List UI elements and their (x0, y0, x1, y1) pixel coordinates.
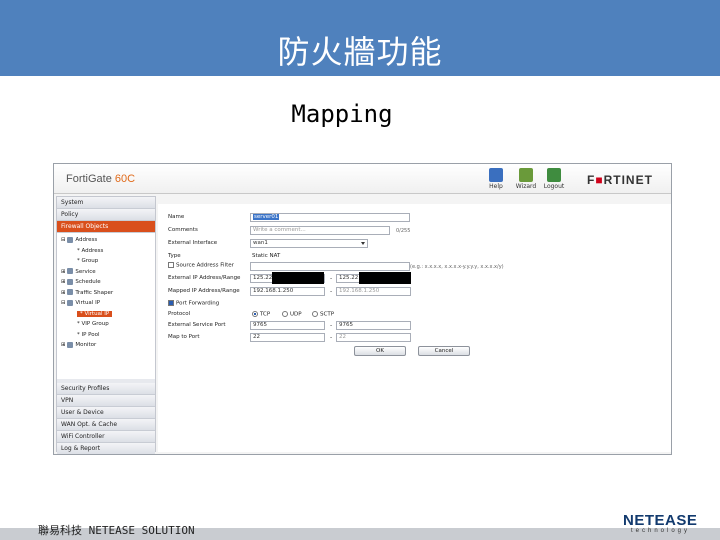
slide-header: 防火牆功能 (0, 0, 720, 76)
nav-policy[interactable]: Policy (57, 209, 155, 221)
address-icon (67, 236, 74, 243)
fortinet-logo: F■RTINET (587, 173, 653, 187)
src-filter-checkbox (168, 262, 174, 268)
ext-iface-label: External Interface (168, 240, 218, 246)
sidebar: System Policy Firewall Objects ⊟ Address… (56, 196, 156, 454)
map-port-to[interactable]: 22 (336, 333, 411, 342)
slide-subtitle: Mapping (291, 100, 393, 128)
device-name: FortiGate 60C (66, 173, 135, 185)
ext-iface-select[interactable]: wan1 (250, 239, 368, 248)
name-input[interactable]: server01 (250, 213, 410, 222)
nav-wifi-controller[interactable]: WiFi Controller (57, 431, 155, 443)
tree-item-virtual-ip[interactable]: ⊟ Virtual IP (57, 298, 155, 309)
mapped-ip-to[interactable]: 192.168.1.250 (336, 287, 411, 296)
virtual-ip-icon (67, 299, 74, 306)
footer-text: 聯易科技 NETEASE SOLUTION (38, 524, 195, 537)
nav-user-device[interactable]: User & Device (57, 407, 155, 419)
tree-item-schedule[interactable]: ⊞ Schedule (57, 277, 155, 288)
comments-label: Comments (168, 227, 198, 233)
range-separator: - (330, 334, 333, 341)
wizard-label: Wizard (515, 183, 537, 190)
type-value: Static NAT (252, 253, 281, 259)
tree-item-service[interactable]: ⊞ Service (57, 267, 155, 278)
logout-icon (547, 168, 561, 182)
logout-label: Logout (543, 183, 565, 190)
device-label: FortiGate (66, 173, 112, 185)
ext-ip-label: External IP Address/Range (168, 275, 241, 281)
slide-title: 防火牆功能 (277, 33, 443, 71)
nav-wan-opt[interactable]: WAN Opt. & Cache (57, 419, 155, 431)
comments-counter: 0/255 (396, 228, 411, 234)
help-label: Help (489, 183, 503, 190)
wizard-icon (519, 168, 533, 182)
name-label: Name (168, 214, 185, 220)
help-button[interactable]: Help (483, 168, 509, 192)
mapped-ip-label: Mapped IP Address/Range (168, 288, 240, 294)
range-separator: - (330, 288, 333, 295)
comments-input[interactable]: Write a comment... (250, 226, 390, 235)
port-fwd-checkbox (168, 300, 174, 306)
virtual-ip-form: Name server01 Comments Write a comment..… (158, 204, 671, 452)
logo-main: NETEASE (623, 512, 698, 529)
tree-item-address[interactable]: ⊟ Address (57, 235, 155, 246)
type-label: Type (168, 253, 181, 259)
port-fwd-row[interactable]: Port Forwarding (168, 300, 219, 307)
ext-port-to[interactable]: 9765 (336, 321, 411, 330)
nav-tree: ⊟ Address * Address * Group ⊞ Service ⊞ … (57, 233, 155, 379)
nav-vpn[interactable]: VPN (57, 395, 155, 407)
nav-log-report[interactable]: Log & Report (57, 443, 155, 454)
protocol-label: Protocol (168, 311, 191, 317)
src-filter-input[interactable] (250, 262, 410, 271)
ext-port-from[interactable]: 9765 (250, 321, 325, 330)
protocol-udp[interactable]: UDP (282, 311, 302, 318)
wizard-button[interactable]: Wizard (513, 168, 539, 192)
ext-port-label: External Service Port (168, 322, 226, 328)
tree-item-traffic-shaper[interactable]: ⊞ Traffic Shaper (57, 288, 155, 299)
nav-security-profiles[interactable]: Security Profiles (57, 383, 155, 395)
redaction-block (359, 272, 411, 284)
netease-logo: NETEASE technology (623, 513, 708, 540)
map-port-from[interactable]: 22 (250, 333, 325, 342)
mapped-ip-from[interactable]: 192.168.1.250 (250, 287, 325, 296)
service-icon (67, 268, 74, 274)
device-model: 60C (114, 173, 136, 185)
cancel-button[interactable]: Cancel (418, 346, 470, 356)
protocol-tcp[interactable]: TCP (252, 311, 270, 318)
range-separator: - (330, 275, 333, 282)
src-filter-hint: (e.g.: x.x.x.x, x.x.x.x-y.y.y.y, x.x.x.x… (410, 264, 504, 270)
ok-button[interactable]: OK (354, 346, 406, 356)
fortigate-window: FortiGate 60C Help Wizard Logout F■RTINE… (53, 163, 672, 455)
nav-system[interactable]: System (57, 197, 155, 209)
chevron-down-icon (361, 242, 365, 245)
help-icon (489, 168, 503, 182)
tree-item-address-sub[interactable]: * Address (57, 246, 155, 257)
redaction-block (272, 272, 324, 284)
map-port-label: Map to Port (168, 334, 200, 340)
tree-item-virtual-ip-sub[interactable]: * Virtual IP (57, 309, 155, 320)
monitor-icon (67, 341, 74, 348)
tree-item-group[interactable]: * Group (57, 256, 155, 267)
src-filter-row[interactable]: Source Address Filter (168, 262, 234, 269)
shaper-icon (67, 289, 74, 295)
top-band: FortiGate 60C Help Wizard Logout F■RTINE… (54, 164, 671, 194)
protocol-sctp[interactable]: SCTP (312, 311, 334, 318)
tree-item-ip-pool[interactable]: * IP Pool (57, 330, 155, 341)
range-separator: - (330, 322, 333, 329)
nav-firewall-objects[interactable]: Firewall Objects (57, 221, 155, 233)
logout-button[interactable]: Logout (541, 168, 567, 192)
nav-bottom: Security Profiles VPN User & Device WAN … (57, 383, 155, 454)
tree-item-vip-group[interactable]: * VIP Group (57, 319, 155, 330)
tree-item-monitor[interactable]: ⊞ Monitor (57, 340, 155, 351)
schedule-icon (67, 278, 74, 285)
